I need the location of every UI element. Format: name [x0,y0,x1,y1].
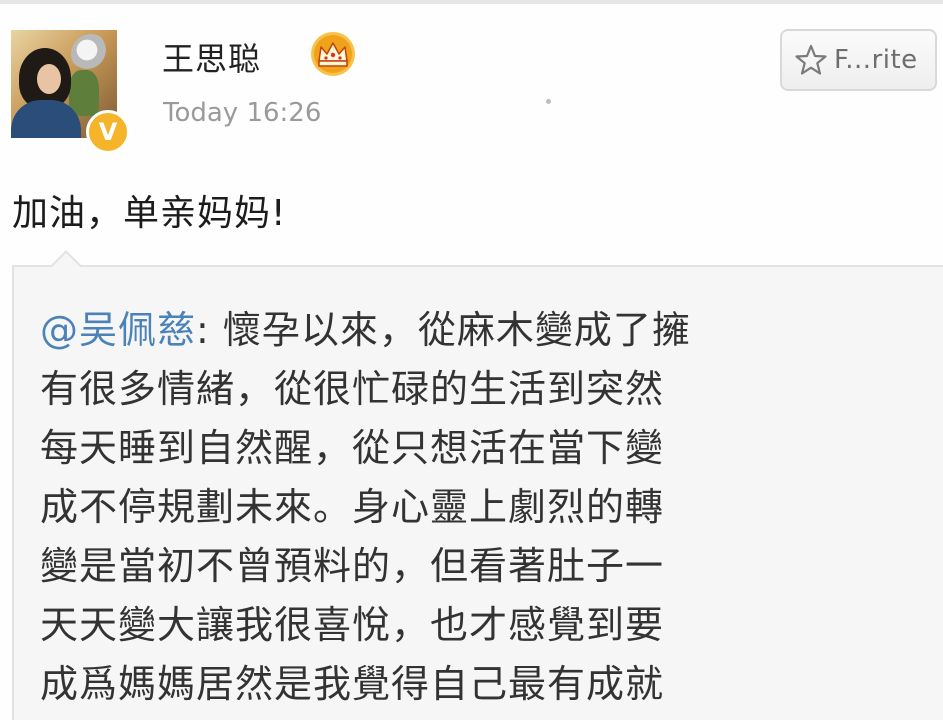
repost-line: 變是當初不曾預料的，但看著肚子一 [40,544,665,588]
repost-line-1-text: : 懷孕以來，從麻木變成了擁 [196,308,691,352]
repost-line: 成爲媽媽居然是我覺得自己最有成就 [40,662,665,706]
avatar-face [37,64,61,94]
repost-line: 每天睡到自然醒，從只想活在當下變 [40,426,665,470]
repost-line: 天天變大讓我很喜悅，也才感覺到要 [40,603,665,647]
post-text: 加油，单亲妈妈! [12,193,287,234]
post-timestamp: Today 16:26 [163,98,322,128]
verified-badge-icon: V [86,110,130,154]
repost-line: 有很多情緒，從很忙碌的生活到突然 [40,367,665,411]
separator-dot [546,99,551,104]
crown-icon [311,32,355,76]
author-name[interactable]: 王思聪 [162,34,261,80]
weibo-post-screen: V 王思聪 Today 16:26 F...rite 加油，单亲妈妈! @吴佩慈… [0,0,943,720]
repost-line-1: @吴佩慈: 懷孕以來，從麻木變成了擁 [40,301,900,360]
avatar-plant [69,70,99,116]
favorite-button[interactable]: F...rite [780,29,937,91]
repost-text: @吴佩慈: 懷孕以來，從麻木變成了擁 有很多情緒，從很忙碌的生活到突然 每天睡到… [40,301,900,714]
top-divider [0,0,943,4]
mention-link[interactable]: @吴佩慈 [40,308,196,352]
avatar-flowers [71,34,111,74]
repost-pointer-inner [52,253,80,267]
star-icon [795,44,827,75]
repost-line: 成不停規劃未來。身心靈上劇烈的轉 [40,485,665,529]
favorite-label: F...rite [834,45,918,75]
